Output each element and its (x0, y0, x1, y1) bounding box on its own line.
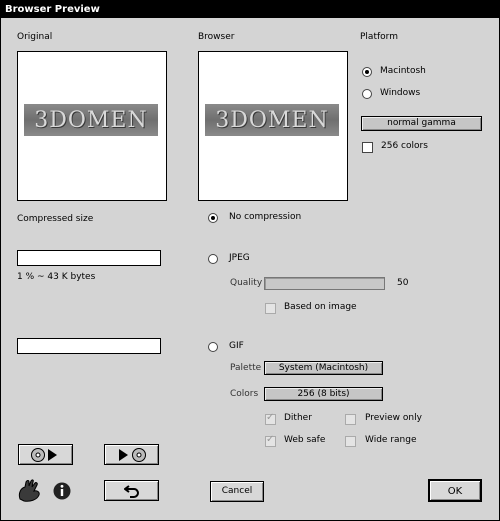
256-colors-label: 256 colors (381, 141, 428, 151)
cancel-button[interactable]: Cancel (210, 481, 264, 502)
dither-checkbox[interactable] (265, 412, 276, 425)
preview-only-label: Preview only (365, 413, 422, 423)
hand-icon[interactable] (17, 479, 43, 503)
play-disk-icon (118, 448, 146, 462)
gif-size-field (17, 338, 161, 354)
macintosh-label: Macintosh (380, 66, 426, 76)
dither-label: Dither (284, 413, 312, 423)
quality-label: Quality (230, 278, 263, 288)
browser-preview-window: Browser Preview Original 3DOMEN Browser … (0, 0, 500, 521)
original-logo-image: 3DOMEN (24, 104, 158, 136)
browser-label: Browser (198, 32, 235, 42)
gif-radio[interactable] (208, 342, 218, 352)
web-safe-checkbox[interactable] (265, 434, 276, 447)
original-preview: 3DOMEN (17, 51, 167, 201)
based-on-image-checkbox[interactable] (265, 303, 276, 314)
no-compression-label: No compression (229, 212, 302, 222)
info-icon[interactable] (53, 482, 71, 500)
platform-label: Platform (360, 32, 398, 42)
gamma-dropdown[interactable]: normal gamma (361, 116, 482, 131)
browser-preview: 3DOMEN (198, 51, 348, 201)
quality-slider[interactable] (264, 277, 385, 290)
play-from-disk-button[interactable] (18, 444, 73, 465)
colors-label: Colors (230, 389, 259, 399)
macintosh-radio[interactable] (362, 67, 372, 77)
play-to-disk-button[interactable] (104, 444, 159, 465)
gif-label: GIF (229, 341, 244, 351)
jpeg-radio[interactable] (208, 254, 218, 264)
compressed-size-field (17, 250, 161, 266)
colors-dropdown[interactable]: 256 (8 bits) (264, 387, 383, 401)
jpeg-label: JPEG (229, 253, 250, 263)
palette-label: Palette (230, 363, 262, 373)
windows-label: Windows (380, 88, 421, 98)
disk-play-icon (30, 448, 57, 462)
compressed-size-info: 1 % ~ 43 K bytes (17, 272, 96, 282)
compressed-size-label: Compressed size (17, 214, 94, 224)
ok-button[interactable]: OK (428, 479, 482, 502)
no-compression-radio[interactable] (208, 213, 218, 223)
browser-logo-image: 3DOMEN (205, 104, 339, 136)
windows-radio[interactable] (362, 89, 372, 99)
web-safe-label: Web safe (284, 435, 326, 445)
256-colors-checkbox[interactable] (362, 142, 373, 153)
window-title: Browser Preview (1, 1, 499, 18)
palette-dropdown[interactable]: System (Macintosh) (264, 361, 383, 375)
undo-arrow-icon (122, 485, 139, 498)
original-label: Original (17, 32, 53, 42)
based-on-image-label: Based on image (284, 302, 357, 312)
preview-only-checkbox[interactable] (345, 414, 356, 425)
undo-button[interactable] (104, 480, 159, 501)
wide-range-checkbox[interactable] (345, 436, 356, 447)
wide-range-label: Wide range (365, 435, 417, 445)
quality-value: 50 (397, 278, 409, 288)
